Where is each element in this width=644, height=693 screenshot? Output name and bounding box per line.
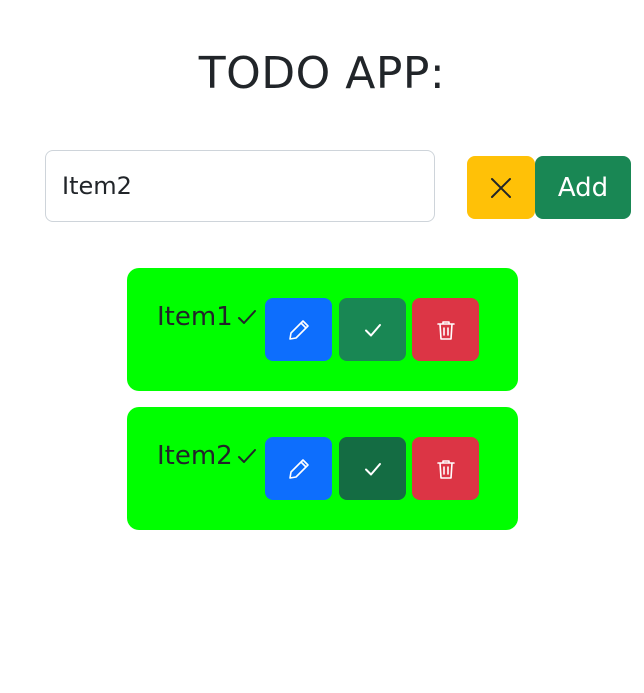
delete-button[interactable] [412,298,479,361]
add-button[interactable]: Add [535,156,631,219]
check-icon [364,462,381,475]
trash-icon [436,459,455,479]
pencil-icon [288,319,309,340]
todo-input[interactable] [45,150,435,222]
check-icon [364,323,381,336]
trash-icon [436,320,455,340]
todo-item-label: Item1 [157,302,233,332]
delete-button[interactable] [412,437,479,500]
todo-app: TODO APP: Add Item1 [0,0,644,693]
check-icon [237,310,256,324]
todo-item: Item2 [127,407,518,530]
complete-button[interactable] [339,298,406,361]
todo-item-label: Item2 [157,441,233,471]
edit-button[interactable] [265,437,332,500]
pencil-icon [288,458,309,479]
clear-button[interactable] [467,156,535,219]
x-icon [491,177,511,198]
check-icon [237,449,256,463]
page-title: TODO APP: [198,48,446,99]
complete-button[interactable] [339,437,406,500]
todo-item: Item1 [127,268,518,391]
edit-button[interactable] [265,298,332,361]
